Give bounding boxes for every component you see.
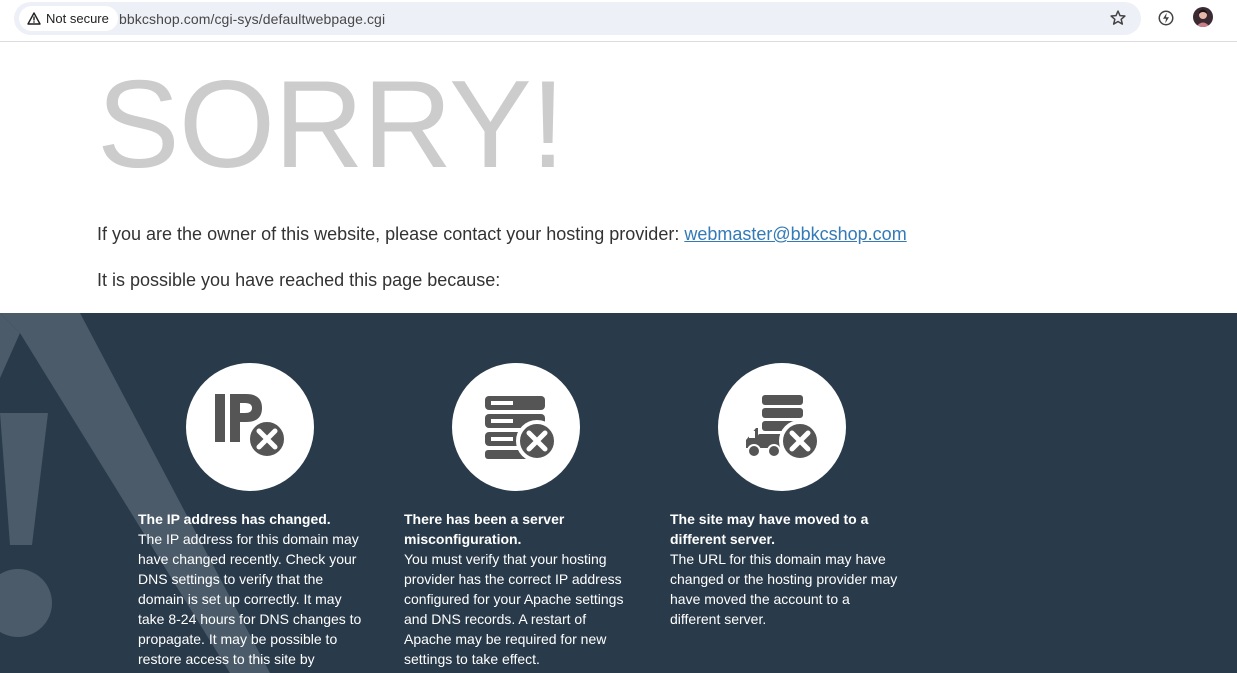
server-moved-icon [746, 395, 821, 462]
reason-body: The IP address for this domain may have … [138, 531, 362, 673]
reason-title: The IP address has changed. [138, 511, 331, 527]
address-bar[interactable]: Not secure bbkcshop.com/cgi-sys/defaultw… [14, 2, 1141, 35]
reason-body: The URL for this domain may have changed… [670, 551, 898, 627]
profile-picture-icon [1196, 9, 1210, 27]
performance-icon[interactable] [1157, 9, 1175, 27]
webmaster-email-link[interactable]: webmaster@bbkcshop.com [684, 224, 906, 244]
reason-icon-circle [452, 363, 580, 491]
contact-message: If you are the owner of this website, pl… [97, 224, 907, 245]
ip-address-error-icon [215, 394, 288, 460]
reasons-panel: The IP address has changed. The IP addre… [0, 313, 1237, 673]
url-text[interactable]: bbkcshop.com/cgi-sys/defaultwebpage.cgi [119, 11, 385, 27]
browser-toolbar: Not secure bbkcshop.com/cgi-sys/defaultw… [0, 0, 1237, 42]
reason-intro: It is possible you have reached this pag… [97, 270, 501, 290]
reason-icon-circle [718, 363, 846, 491]
reason-title: The site may have moved to a different s… [670, 511, 869, 547]
reason-server-misconfiguration: There has been a server misconfiguration… [404, 363, 634, 669]
reason-server-moved: The site may have moved to a different s… [670, 363, 900, 629]
reason-ip-changed: The IP address has changed. The IP addre… [138, 363, 368, 673]
bookmark-star-icon[interactable] [1109, 9, 1127, 27]
security-label: Not secure [46, 11, 109, 26]
security-chip[interactable]: Not secure [19, 6, 118, 31]
warning-icon [27, 12, 41, 25]
reason-body: You must verify that your hosting provid… [404, 551, 624, 667]
contact-text: If you are the owner of this website, pl… [97, 224, 685, 244]
server-error-icon [485, 396, 558, 462]
page-title: SORRY! [97, 56, 565, 194]
profile-avatar[interactable] [1193, 7, 1213, 27]
reason-icon-circle [186, 363, 314, 491]
reason-title: There has been a server misconfiguration… [404, 511, 565, 547]
